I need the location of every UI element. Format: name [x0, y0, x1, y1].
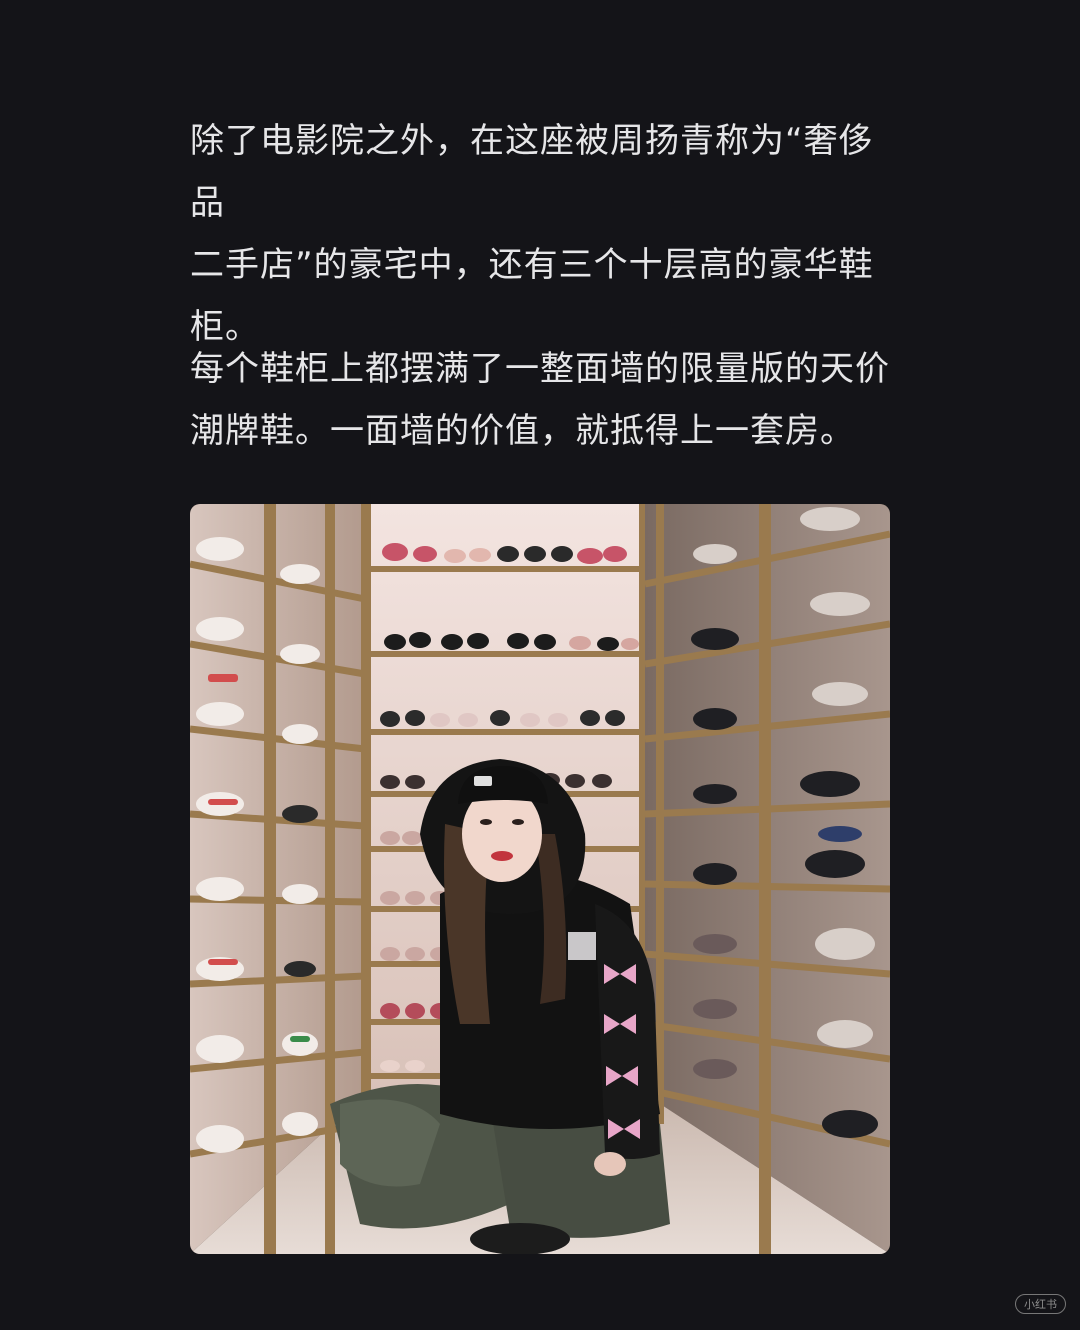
watermark-badge: 小红书	[1015, 1294, 1066, 1314]
article-paragraph-2: 每个鞋柜上都摆满了一整面墙的限量版的天价 潮牌鞋。一面墙的价值，就抵得上一套房。	[190, 338, 890, 462]
paragraph-line: 二手店”的豪宅中，还有三个十层高的豪华鞋	[190, 245, 874, 285]
article-page: 除了电影院之外，在这座被周扬青称为“奢侈品 二手店”的豪宅中，还有三个十层高的豪…	[0, 0, 1080, 1330]
paragraph-line: 除了电影院之外，在这座被周扬青称为“奢侈品	[190, 121, 874, 223]
shoe-closet-photo[interactable]	[190, 504, 890, 1254]
paragraph-line: 每个鞋柜上都摆满了一整面墙的限量版的天价	[190, 349, 890, 389]
shoe-closet-illustration	[190, 504, 890, 1254]
paragraph-line: 潮牌鞋。一面墙的价值，就抵得上一套房。	[190, 411, 855, 451]
article-paragraph-1: 除了电影院之外，在这座被周扬青称为“奢侈品 二手店”的豪宅中，还有三个十层高的豪…	[190, 110, 890, 358]
